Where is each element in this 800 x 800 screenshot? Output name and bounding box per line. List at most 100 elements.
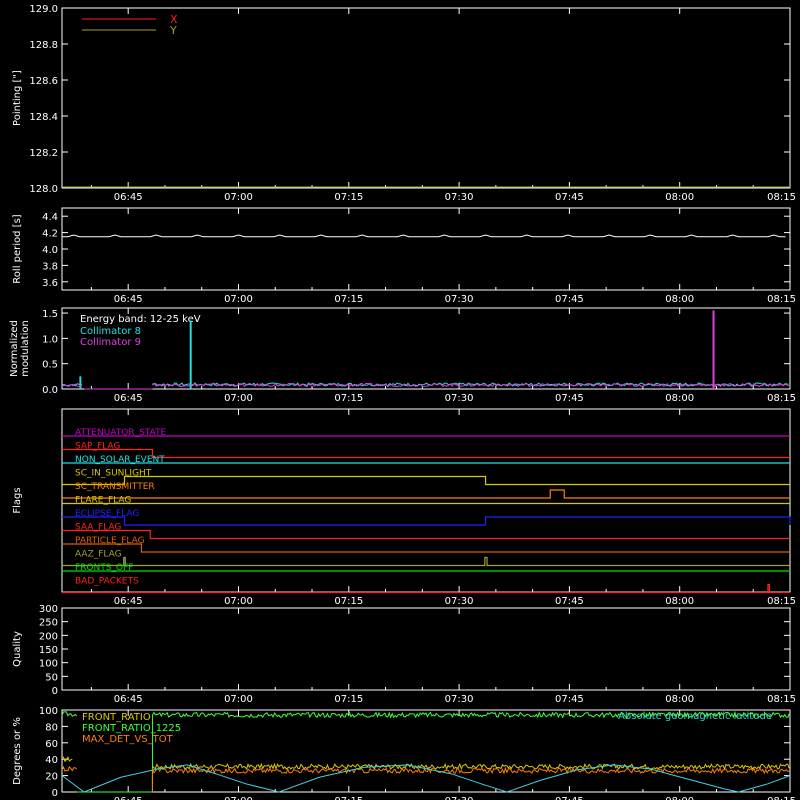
x-tick-label: 08:15 xyxy=(767,294,796,305)
y-tick-label: 128.2 xyxy=(29,148,58,159)
y-tick-label: 0.5 xyxy=(42,360,58,371)
series-max-det-vs-tot xyxy=(61,765,78,772)
x-tick-label: 07:00 xyxy=(224,694,253,705)
legend-label: MAX_DET_VS_TOT xyxy=(82,734,174,745)
x-tick-label: 06:45 xyxy=(114,796,143,800)
chart-canvas: 06:45 07:00 07:15 07:30 07:45 08:00 08:15 128.0… xyxy=(9,4,796,800)
y-tick-label: 40 xyxy=(45,755,58,766)
y-tick-label: 0 xyxy=(52,686,58,697)
x-tick-label: 07:30 xyxy=(445,596,474,607)
plot-frame xyxy=(61,207,791,291)
y-tick-label: 200 xyxy=(39,631,58,642)
y-axis-label: Roll period [s] xyxy=(12,214,23,283)
y-axis-label: Pointing ["] xyxy=(12,70,23,126)
x-tick-label: 07:00 xyxy=(224,393,253,404)
flag-line-sap-flag xyxy=(62,448,790,459)
y-tick-label: 3.6 xyxy=(42,278,58,289)
y-tick-label: 150 xyxy=(39,645,58,656)
x-tick-label: 07:15 xyxy=(334,294,363,305)
x-tick-label: 07:30 xyxy=(445,393,474,404)
x-tick-label: 08:00 xyxy=(665,596,694,607)
x-tick-label: 06:45 xyxy=(114,192,143,203)
x-tick-label: 08:00 xyxy=(665,192,694,203)
y-tick-label: 4.2 xyxy=(42,229,58,240)
x-tick-label: 07:30 xyxy=(445,796,474,800)
x-tick-label: 06:45 xyxy=(114,596,143,607)
y-tick-label: 0.0 xyxy=(42,385,58,396)
series-max-det-vs-tot xyxy=(151,766,790,775)
y-tick-label: 128.4 xyxy=(29,112,58,123)
x-tick-label: 07:45 xyxy=(555,192,584,203)
x-tick-label: 08:00 xyxy=(665,294,694,305)
flag-label: BAD_PACKETS xyxy=(75,577,139,587)
y-axis-label: Flags xyxy=(12,487,23,513)
series-front-ratio xyxy=(152,762,790,771)
x-tick-label: 08:00 xyxy=(665,694,694,705)
y-tick-label: 60 xyxy=(45,739,58,750)
y-tick-label: 100 xyxy=(39,659,58,670)
y-tick-label: 3.8 xyxy=(42,261,58,272)
y-tick-label: 128.0 xyxy=(29,184,58,195)
plot-frame xyxy=(61,607,791,691)
x-tick-label: 07:15 xyxy=(334,192,363,203)
y-axis-label: Normalizedmodulation xyxy=(9,320,31,377)
x-tick-label: 07:45 xyxy=(555,294,584,305)
y-tick-label: 1.5 xyxy=(42,309,58,320)
x-tick-label: 08:00 xyxy=(665,796,694,800)
legend-label: Y xyxy=(169,24,177,37)
x-tick-label: 07:30 xyxy=(445,294,474,305)
x-tick-label: 07:30 xyxy=(445,192,474,203)
x-tick-label: 07:00 xyxy=(224,192,253,203)
y-tick-label: 250 xyxy=(39,618,58,629)
x-tick-label: 06:45 xyxy=(114,294,143,305)
legend-label: Collimator 9 xyxy=(80,337,141,348)
x-tick-label: 07:45 xyxy=(555,694,584,705)
y-tick-label: 100 xyxy=(39,706,58,717)
energy-band-label: Energy band: 12-25 keV xyxy=(80,314,201,325)
x-tick-label: 08:15 xyxy=(767,393,796,404)
x-tick-label: 06:45 xyxy=(114,694,143,705)
legend-label: Collimator 8 xyxy=(80,326,141,337)
x-tick-label: 06:45 xyxy=(114,393,143,404)
y-tick-label: 4.4 xyxy=(42,212,58,223)
flag-line-sc-in-sunlight xyxy=(62,475,790,486)
flag-line-eclipse-flag xyxy=(62,516,791,526)
x-tick-label: 07:15 xyxy=(334,393,363,404)
legend-label: FRONT_RATIO_1225 xyxy=(82,723,181,734)
flag-line-aaz-flag xyxy=(62,556,790,567)
flag-line-saa-flag xyxy=(62,529,790,540)
x-tick-label: 07:45 xyxy=(555,596,584,607)
legend-label: FRONT_RATIO xyxy=(82,712,151,723)
flag-line-particle-flag xyxy=(62,543,790,553)
x-tick-label: 07:00 xyxy=(224,796,253,800)
roll-period-line xyxy=(62,234,786,238)
x-tick-label: 08:15 xyxy=(767,796,796,800)
y-tick-label: 20 xyxy=(45,772,58,783)
x-tick-label: 07:00 xyxy=(224,596,253,607)
y-tick-label: 1.0 xyxy=(42,334,58,345)
y-tick-label: 129.0 xyxy=(29,4,58,15)
series-geomagnetic-latitude xyxy=(61,764,791,793)
y-tick-label: 128.8 xyxy=(29,40,58,51)
x-tick-label: 08:15 xyxy=(767,596,796,607)
y-tick-label: 128.6 xyxy=(29,76,58,87)
y-axis-label: Degrees or % xyxy=(12,717,23,785)
flag-label: SC_TRANSMITTER xyxy=(75,482,155,492)
y-tick-label: 0 xyxy=(52,788,58,799)
y-tick-label: 4.0 xyxy=(42,245,58,256)
x-tick-label: 07:45 xyxy=(555,796,584,800)
series-front-ratio-1225 xyxy=(61,711,78,717)
flag-label: AAZ_FLAG xyxy=(75,550,122,560)
x-tick-label: 07:00 xyxy=(224,294,253,305)
y-axis-label: Quality xyxy=(12,631,23,667)
x-tick-label: 07:30 xyxy=(445,694,474,705)
x-tick-label: 08:00 xyxy=(665,393,694,404)
y-tick-label: 50 xyxy=(45,672,58,683)
flag-line-sc-transmitter xyxy=(62,489,790,499)
x-tick-label: 07:15 xyxy=(334,596,363,607)
x-tick-label: 07:15 xyxy=(334,694,363,705)
x-tick-label: 08:15 xyxy=(767,192,796,203)
y-tick-label: 300 xyxy=(39,604,58,615)
y-tick-label: 80 xyxy=(45,722,58,733)
x-tick-label: 07:15 xyxy=(334,796,363,800)
